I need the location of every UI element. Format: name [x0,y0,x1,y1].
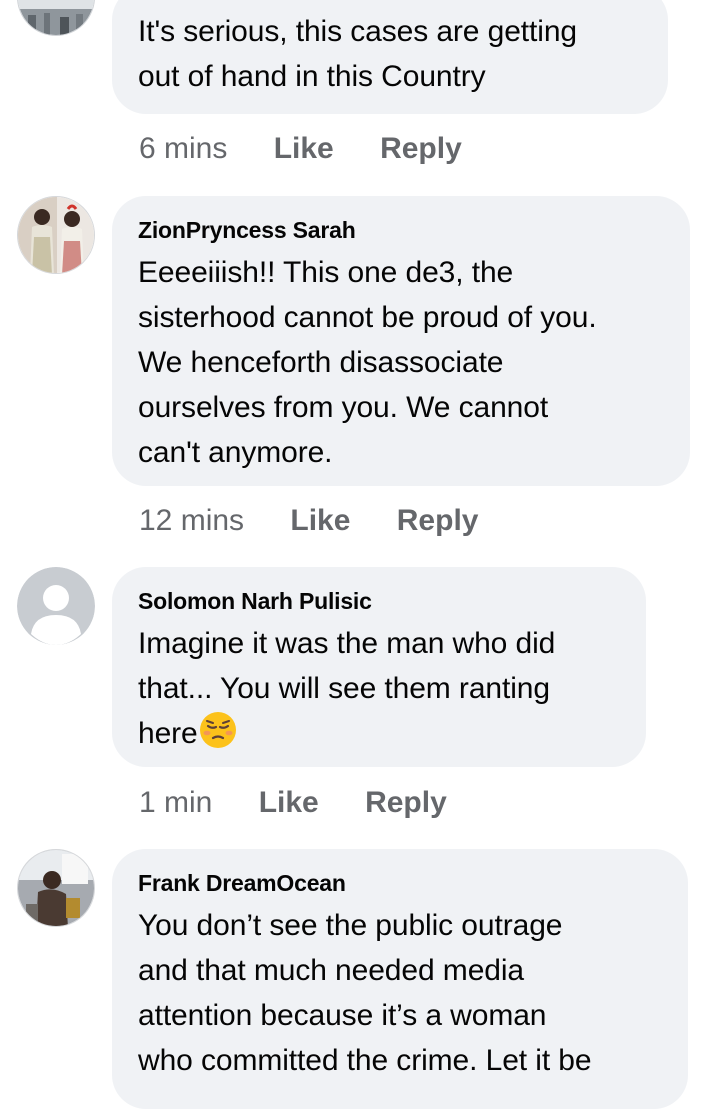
comment-bubble: ZionPryncess Sarah Eeeeiiish!! This one … [112,196,690,486]
like-button[interactable]: Like [290,504,350,537]
comment-text: It's serious, this cases are getting out… [138,15,578,93]
commenter-avatar[interactable] [17,849,95,927]
comment-author[interactable]: Solomon Narh Pulisic [138,587,620,615]
comment-author[interactable]: ZionPryncess Sarah [138,216,664,244]
reply-button[interactable]: Reply [380,132,462,165]
comment-bubble: Solomon Narh Pulisic Imagine it was the … [112,567,646,767]
reply-button[interactable]: Reply [397,504,479,537]
comment-bubble: It's serious, this cases are getting out… [112,0,668,114]
like-button[interactable]: Like [274,132,334,165]
reply-button[interactable]: Reply [365,786,447,819]
pensive-face-emoji [199,711,237,749]
comment-bubble: Frank DreamOcean You don’t see the publi… [112,849,688,1109]
comment-timestamp[interactable]: 6 mins [139,132,227,165]
comment-actions: 1 min Like Reply [139,783,447,823]
commenter-avatar[interactable] [17,0,95,36]
comment-actions: 12 mins Like Reply [139,501,478,541]
comment-author[interactable]: Frank DreamOcean [138,869,662,897]
like-button[interactable]: Like [259,786,319,819]
comment-timestamp[interactable]: 12 mins [139,504,244,537]
comment-text: Imagine it was the man who did that... Y… [138,627,556,750]
comment-timestamp[interactable]: 1 min [139,786,212,819]
comment-text: You don’t see the public outrage and tha… [138,909,592,1077]
default-avatar-icon[interactable] [17,567,95,645]
commenter-avatar[interactable] [17,196,95,274]
comment-actions: 6 mins Like Reply [139,129,462,169]
comment-text: Eeeeiiish!! This one de3, the sisterhood… [138,256,597,469]
